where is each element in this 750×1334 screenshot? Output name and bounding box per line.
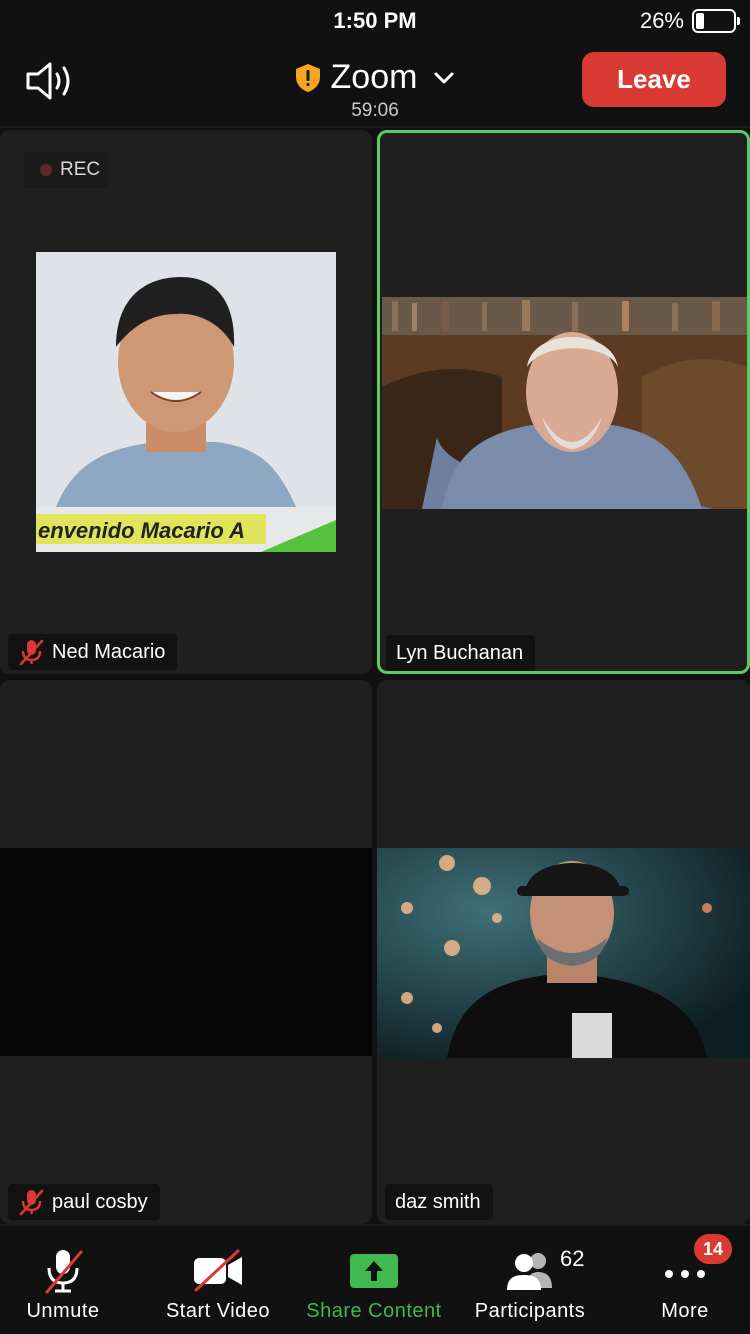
start-video-label: Start Video [165, 1300, 271, 1322]
chevron-down-icon[interactable] [433, 71, 455, 85]
start-video-button[interactable]: Start Video [148, 1244, 288, 1324]
participant-name: Lyn Buchanan [396, 641, 524, 664]
app-title: Zoom [330, 58, 418, 96]
meeting-header: Zoom 59:06 Leave [0, 44, 750, 126]
participant-tile-ned-macario[interactable]: REC envenido Macario A Ned Macario [0, 130, 372, 674]
participant-tile-lyn-buchanan[interactable]: Lyn Buchanan [377, 130, 750, 674]
participants-button[interactable]: 62 Participants [462, 1244, 598, 1324]
mic-muted-icon [19, 639, 44, 666]
status-time: 1:50 PM [333, 8, 417, 33]
participant-video [377, 848, 750, 1058]
participant-name: Ned Macario [52, 640, 166, 663]
participant-name: daz smith [395, 1190, 481, 1213]
status-bar: 1:50 PM 26% [0, 0, 750, 44]
battery-percent: 26% [639, 8, 684, 33]
recording-indicator: REC [24, 152, 109, 188]
more-button[interactable]: 14 More [620, 1234, 750, 1324]
name-tag: Ned Macario [8, 634, 178, 670]
participants-icon [507, 1253, 552, 1290]
participant-tile-paul-cosby[interactable]: paul cosby [0, 680, 372, 1224]
participant-tile-daz-smith[interactable]: daz smith [377, 680, 750, 1224]
meeting-toolbar: Unmute Start Video Share Content 62 Part… [0, 1226, 750, 1334]
banner-text: envenido Macario A [38, 518, 245, 543]
participant-name: paul cosby [52, 1190, 148, 1213]
participant-video [0, 848, 372, 1056]
name-tag: Lyn Buchanan [386, 635, 536, 671]
video-grid: REC envenido Macario A Ned Macario Lyn B… [0, 128, 750, 1224]
unmute-button[interactable]: Unmute [0, 1244, 126, 1324]
participant-video [382, 297, 747, 509]
participants-count: 62 [560, 1246, 585, 1271]
rec-label: REC [60, 159, 101, 180]
participants-label: Participants [474, 1300, 586, 1322]
leave-button[interactable]: Leave [582, 52, 726, 107]
more-badge: 14 [694, 1234, 732, 1264]
share-content-label: Share Content [306, 1300, 442, 1322]
record-dot-icon [40, 164, 52, 176]
battery-icon [692, 9, 740, 33]
name-tag: daz smith [385, 1184, 493, 1220]
mic-muted-icon [45, 1250, 83, 1294]
name-tag: paul cosby [8, 1184, 160, 1220]
shield-icon [295, 63, 320, 92]
share-icon [350, 1254, 398, 1288]
share-content-button[interactable]: Share Content [296, 1244, 452, 1324]
more-label: More [661, 1300, 709, 1322]
mic-muted-icon [19, 1189, 44, 1216]
participant-photo: envenido Macario A [36, 252, 336, 552]
video-off-icon [194, 1249, 242, 1292]
unmute-label: Unmute [26, 1300, 100, 1322]
